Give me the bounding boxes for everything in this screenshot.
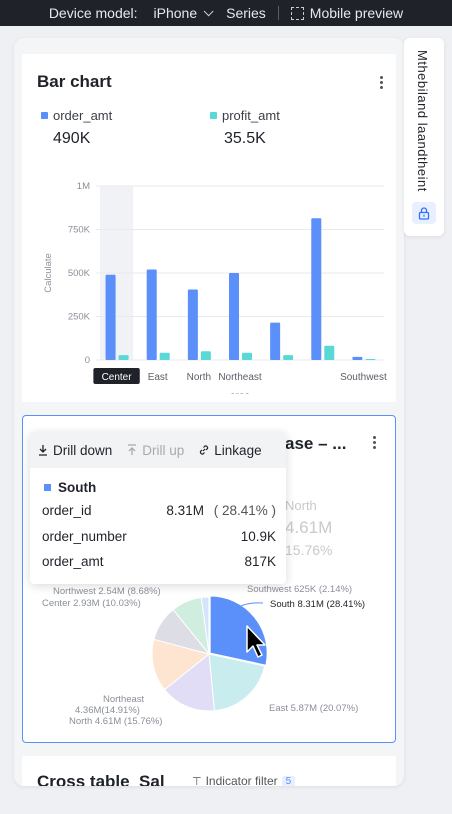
chart-tooltip: Drill down Drill up Linkage South order_… — [30, 432, 286, 584]
side-panel-title: Mthebiland laandtheint — [415, 50, 430, 192]
bar-order_amt[interactable] — [311, 218, 322, 360]
bar-order_amt[interactable] — [187, 289, 198, 360]
pie-label-center: Center 2.93M (10.03%) — [42, 598, 141, 609]
y-tick-label: 750K — [68, 225, 91, 236]
bar-profit_amt[interactable] — [159, 352, 170, 360]
lock-button[interactable] — [412, 202, 436, 224]
x-tick-label: North — [187, 372, 211, 383]
drill-down-label: Drill down — [53, 442, 113, 458]
tooltip-row: order_amt 817K — [42, 554, 276, 569]
legend-profit-amt[interactable]: profit_amt — [210, 108, 280, 123]
preview-frame-icon — [290, 6, 304, 20]
bar-chart-card[interactable]: Bar chart order_amt 490K profit_amt 35.5… — [22, 54, 396, 402]
tooltip-row: order_number 10.9K — [42, 529, 276, 544]
bar-order_amt[interactable] — [270, 322, 281, 360]
pie-label-east: East 5.87M (20.07%) — [269, 703, 359, 714]
x-axis-label: area — [230, 391, 250, 394]
tooltip-row-value: 817K — [244, 554, 276, 569]
y-axis-label: Calculate — [43, 253, 54, 293]
y-tick-label: 1M — [77, 181, 90, 192]
tooltip-row-name: order_number — [42, 529, 127, 544]
legend-order-amt[interactable]: order_amt — [41, 108, 112, 123]
bar-profit_amt[interactable] — [200, 351, 211, 360]
kpi-profit-amt: 35.5K — [224, 130, 266, 147]
indicator-filter-button[interactable]: ⊤ Indicator filter 5 — [192, 774, 296, 787]
tooltip-row-name: order_amt — [42, 554, 104, 569]
drill-down-icon — [39, 445, 47, 456]
mobile-preview-button[interactable]: Mobile preview — [283, 0, 411, 26]
top-toolbar: Device model: iPhone Series Mobile previ… — [0, 0, 452, 26]
device-model-select[interactable]: Device model: iPhone — [41, 0, 218, 26]
bar-order_amt[interactable] — [105, 274, 116, 360]
pie-label-northeast-1: Northeast — [103, 694, 145, 705]
bar-chart-plot[interactable]: 1M 750K 500K 250K 0 Calculate Center East North N… — [22, 154, 396, 394]
y-tick-label: 0 — [85, 355, 90, 366]
bar-profit_amt[interactable] — [242, 352, 252, 360]
bar-profit_amt[interactable] — [118, 355, 129, 360]
pie-label-northeast-2: 4.36M(14.91%) — [75, 705, 140, 716]
card-title: Bar chart — [37, 72, 112, 91]
tooltip-row-percent: ( 28.41% ) — [213, 503, 276, 518]
indicator-filter-label: Indicator filter — [205, 774, 278, 786]
y-tick-label: 500K — [68, 268, 91, 279]
filter-icon: ⊤ — [192, 775, 202, 787]
drill-down-button[interactable]: Drill down — [30, 443, 119, 458]
bar-order_amt[interactable] — [352, 356, 363, 360]
legend-swatch — [41, 112, 48, 119]
series-button[interactable]: Series — [218, 0, 274, 26]
bar-order_amt[interactable] — [229, 273, 239, 360]
bar-profit_amt[interactable] — [283, 355, 294, 360]
drill-up-label: Drill up — [142, 442, 185, 458]
link-icon — [200, 445, 209, 455]
x-tick-label: Southwest — [340, 372, 387, 383]
side-panel: Mthebiland laandtheint — [404, 38, 444, 236]
drill-up-button[interactable]: Drill up — [119, 443, 191, 458]
region-swatch — [44, 484, 51, 491]
y-tick-label: 250K — [68, 312, 91, 323]
lock-icon — [418, 206, 430, 220]
device-model-value: iPhone — [153, 5, 198, 21]
series-label: Series — [226, 5, 266, 21]
device-model-label: Device model: — [48, 5, 138, 21]
mobile-preview-label: Mobile preview — [309, 5, 404, 21]
toolbar-divider — [277, 6, 279, 20]
chevron-down-icon — [203, 5, 214, 16]
pie-label-north: North 4.61M (15.76%) — [69, 716, 163, 727]
kpi-order-amt: 490K — [53, 130, 91, 147]
bar-profit_amt[interactable] — [324, 345, 335, 360]
bar-profit_amt[interactable] — [365, 358, 376, 360]
legend-swatch — [210, 112, 217, 119]
mouse-cursor-icon — [246, 625, 266, 658]
tooltip-row-name: order_id — [42, 503, 92, 518]
x-tick-label: Northeast — [218, 372, 262, 383]
tooltip-action-bar: Drill down Drill up Linkage — [30, 432, 286, 468]
linkage-label: Linkage — [214, 442, 262, 458]
legend-label: order_amt — [53, 108, 113, 123]
pie-label-south: South 8.31M (28.41%) — [270, 599, 366, 610]
tooltip-row-value: 8.31M — [166, 503, 204, 518]
cross-table-card[interactable]: Cross table_Sal ⊤ Indicator filter 5 — [22, 756, 396, 786]
mobile-preview-frame[interactable]: Bar chart order_amt 490K profit_amt 35.5… — [14, 38, 404, 786]
x-tick-label: Center — [102, 372, 133, 383]
x-tick-label: East — [148, 372, 168, 383]
legend-label: profit_amt — [222, 108, 280, 123]
card-title: Cross table_Sal — [37, 772, 165, 786]
pie-label-southwest: Southwest 625K (2.14%) — [247, 584, 353, 595]
tooltip-row: order_id 8.31M ( 28.41% ) — [42, 503, 276, 518]
tooltip-region-header: South — [44, 480, 96, 495]
tooltip-region-name: South — [58, 480, 97, 495]
linkage-button[interactable]: Linkage — [191, 443, 268, 458]
bar-order_amt[interactable] — [146, 269, 157, 360]
drill-up-icon — [128, 444, 137, 455]
tooltip-row-value: 10.9K — [240, 529, 276, 544]
filter-count-badge: 5 — [281, 775, 296, 786]
pie-label-northwest: Northwest 2.54M (8.68%) — [53, 586, 161, 597]
more-options-icon[interactable] — [380, 76, 384, 90]
